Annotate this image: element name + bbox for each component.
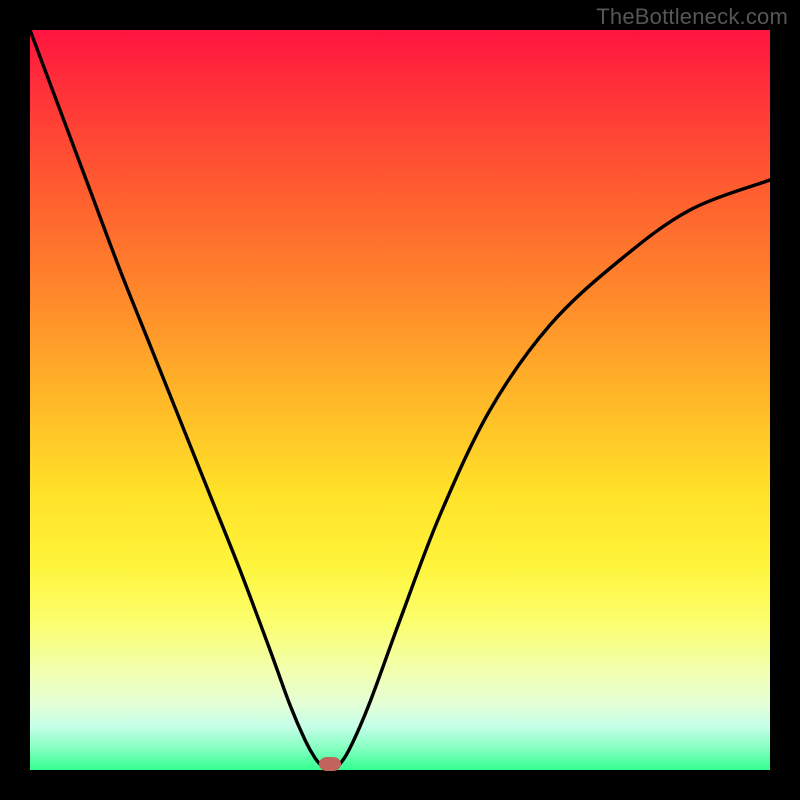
watermark-label: TheBottleneck.com bbox=[596, 4, 788, 30]
bottleneck-curve bbox=[30, 30, 770, 770]
min-point-marker bbox=[319, 757, 341, 771]
chart-frame: TheBottleneck.com bbox=[0, 0, 800, 800]
plot-area bbox=[30, 30, 770, 770]
